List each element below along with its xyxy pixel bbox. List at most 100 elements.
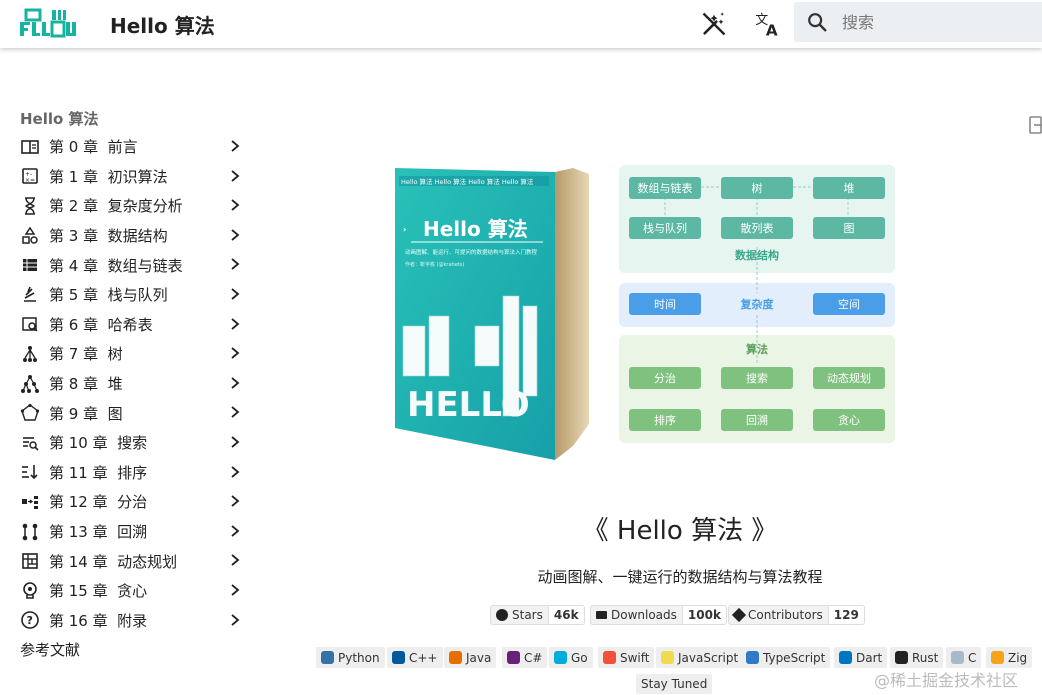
nav-item-label: 第 13 章 回溯	[49, 523, 148, 542]
chevron-right-icon[interactable]	[228, 228, 242, 242]
diagram-node-label: 图	[844, 222, 855, 235]
chevron-right-icon[interactable]	[228, 376, 242, 390]
graph-icon	[20, 404, 40, 421]
book-open-icon	[21, 139, 39, 154]
diagram-node-label: 空间	[838, 297, 860, 311]
nav-item-chapter-5[interactable]: 第 5 章 栈与队列	[20, 280, 250, 310]
nav-item-chapter-11[interactable]: 第 11 章 排序	[20, 458, 250, 488]
nav-item-label: 第 2 章 复杂度分析	[49, 197, 183, 216]
site-title[interactable]: Hello 算法	[110, 10, 215, 39]
page-title: 《 Hello 算法 》	[582, 516, 778, 546]
nav-item-chapter-0[interactable]: 第 0 章 前言	[20, 132, 250, 162]
nav-item-label: 第 0 章 前言	[49, 138, 138, 157]
nav-item-label: 第 12 章 分治	[49, 493, 148, 512]
nav-item-chapter-12[interactable]: 第 12 章 分治	[20, 487, 250, 517]
edit-page-icon[interactable]	[1028, 114, 1042, 136]
sort-icon	[22, 465, 38, 480]
diagram-node-label: 树	[752, 181, 763, 195]
chevron-right-icon[interactable]	[228, 583, 242, 597]
language-logo-icon	[321, 651, 334, 664]
diagram-node-label: 栈与队列	[643, 221, 687, 235]
nav-item-chapter-3[interactable]: 第 3 章 数据结构	[20, 221, 250, 251]
chevron-right-icon[interactable]	[228, 465, 242, 479]
nav-item-chapter-8[interactable]: 第 8 章 堆	[20, 369, 250, 399]
downloads-badge[interactable]: Downloads 100k	[590, 605, 727, 625]
nav-item-chapter-13[interactable]: 第 13 章 回溯	[20, 517, 250, 547]
language-badge-5[interactable]: Swift	[598, 647, 655, 668]
search-input[interactable]	[842, 10, 1032, 34]
chevron-right-icon[interactable]	[228, 287, 242, 301]
nav-item-chapter-9[interactable]: 第 9 章 图	[20, 398, 250, 428]
hash-table-icon	[22, 317, 38, 332]
diagram-node-label: 回溯	[746, 414, 768, 427]
language-badge-9[interactable]: Rust	[890, 647, 944, 668]
nav-item-chapter-16[interactable]: ? 第 16 章 附录	[20, 606, 250, 636]
language-badge-6[interactable]: JavaScript	[656, 647, 744, 668]
language-logo-icon	[392, 651, 405, 664]
language-badge-0[interactable]: Python	[316, 647, 385, 668]
chevron-right-icon[interactable]	[228, 139, 242, 153]
git-icon	[731, 607, 747, 623]
nav-item-chapter-7[interactable]: 第 7 章 树	[20, 339, 250, 369]
language-badge-7[interactable]: TypeScript	[741, 647, 831, 668]
diagram-node-label: 堆	[844, 182, 855, 195]
language-badge-1[interactable]: C++	[387, 647, 443, 668]
chevron-right-icon[interactable]	[228, 494, 242, 508]
language-badge-4[interactable]: Go	[549, 647, 593, 668]
language-logo-icon	[895, 651, 908, 664]
language-badge-8[interactable]: Dart	[834, 647, 888, 668]
nav-item-references[interactable]: 参考文献	[20, 635, 250, 665]
chevron-right-icon[interactable]	[228, 198, 242, 212]
stack-icon	[24, 286, 36, 302]
nav-item-label: 第 14 章 动态规划	[49, 552, 178, 571]
nav-title: Hello 算法	[20, 110, 99, 128]
theme-toggle-icon[interactable]	[700, 10, 728, 38]
chevron-right-icon[interactable]	[228, 435, 242, 449]
hourglass-icon	[25, 197, 35, 215]
chevron-right-icon[interactable]	[228, 346, 242, 360]
nav-item-label: 第 1 章 初识算法	[49, 167, 168, 186]
chevron-right-icon[interactable]	[228, 405, 242, 419]
tree-icon	[23, 345, 37, 362]
language-badge-3[interactable]: C#	[502, 647, 548, 668]
svg-text:×=: ×=	[25, 177, 35, 184]
book-author: 作者：靳宇栋 (@krahets)	[405, 261, 464, 268]
nav-item-chapter-10[interactable]: 第 10 章 搜索	[20, 428, 250, 458]
nav-item-chapter-2[interactable]: 第 2 章 复杂度分析	[20, 191, 250, 221]
chevron-right-icon[interactable]	[228, 524, 242, 538]
stay-tuned-badge[interactable]: Stay Tuned	[636, 674, 713, 694]
stars-badge[interactable]: Stars 46k	[490, 605, 585, 625]
table-icon	[23, 259, 37, 272]
nav-item-label: 第 15 章 贪心	[49, 582, 148, 601]
nav-item-chapter-6[interactable]: 第 6 章 哈希表	[20, 310, 250, 340]
github-icon	[496, 609, 508, 621]
svg-text:?: ?	[27, 614, 33, 627]
nav-item-chapter-14[interactable]: 第 14 章 动态规划	[20, 546, 250, 576]
diagram-node-label: 时间	[654, 298, 676, 311]
nav-item-chapter-1[interactable]: +- ×= 第 1 章 初识算法	[20, 162, 250, 192]
nav-item-chapter-15[interactable]: 第 15 章 贪心	[20, 576, 250, 606]
language-logo-icon	[951, 651, 964, 664]
search-box[interactable]	[794, 2, 1042, 42]
grid-icon	[22, 553, 38, 569]
language-logo-icon	[661, 651, 674, 664]
chevron-right-icon[interactable]	[228, 613, 242, 627]
translate-icon[interactable]: 文 A	[753, 10, 781, 38]
nav-item-label: 第 10 章 搜索	[49, 434, 148, 453]
hello-algo-logo[interactable]	[18, 8, 76, 38]
diagram-node-label: 排序	[654, 413, 676, 427]
language-logo-icon	[449, 651, 462, 664]
chevron-right-icon[interactable]	[228, 317, 242, 331]
contributors-badge[interactable]: Contributors 129	[728, 605, 865, 625]
chevron-right-icon[interactable]	[228, 553, 242, 567]
book-banner: Hello 算法 Hello 算法 Hello 算法 Hello 算法	[401, 177, 534, 186]
chevron-right-icon[interactable]	[228, 169, 242, 183]
language-badge-10[interactable]: C	[946, 647, 982, 668]
language-badge-2[interactable]: Java	[444, 647, 497, 668]
nav-item-chapter-4[interactable]: 第 4 章 数组与链表	[20, 250, 250, 280]
chevron-right-icon[interactable]	[228, 257, 242, 271]
nav-item-label: 第 5 章 栈与队列	[49, 286, 168, 305]
book-title: Hello 算法	[423, 217, 528, 241]
language-badge-11[interactable]: Zig	[986, 647, 1033, 668]
top-header: Hello 算法 文 A	[0, 0, 1042, 48]
